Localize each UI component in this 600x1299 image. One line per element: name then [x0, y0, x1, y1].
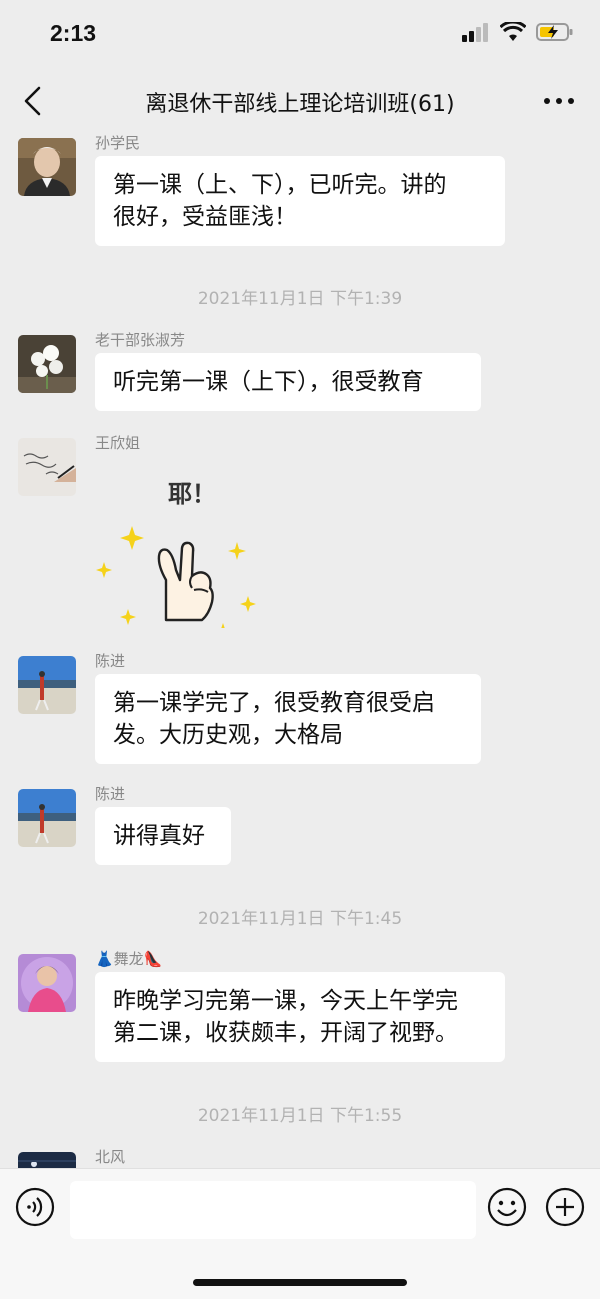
message-line: 听完第一课（上下），很受教育 [113, 369, 424, 395]
avatar[interactable] [18, 656, 76, 714]
home-indicator [193, 1279, 407, 1286]
message-line: 第一课学完了，很受教育很受启 [113, 690, 435, 716]
message-item: 孙学民 第一课（上、下），已听完。讲的 很好，受益匪浅！ [0, 132, 600, 252]
voice-button[interactable] [15, 1187, 55, 1227]
message-bubble[interactable]: 昨晚学习完第一课，今天上午学完 第二课，收获颇丰，开阔了视野。 [95, 972, 505, 1062]
chat-message-list[interactable]: 孙学民 第一课（上、下），已听完。讲的 很好，受益匪浅！ 2021年11月1日 … [0, 132, 600, 1168]
message-bubble[interactable]: 讲得真好 [95, 807, 231, 865]
message-bubble[interactable]: 第一课学完了，很受教育很受启 发。大历史观，大格局 [95, 674, 481, 764]
timestamp: 2021年11月1日 下午1:39 [197, 289, 403, 309]
message-bubble[interactable]: 听完第一课（上下），很受教育 [95, 353, 481, 411]
message-item: 北风 [0, 1146, 600, 1168]
avatar[interactable] [18, 954, 76, 1012]
message-item: 王欣姐 耶！ [0, 432, 600, 642]
sender-name: 👗舞龙👠 [95, 950, 163, 968]
timestamp: 2021年11月1日 下午1:55 [197, 1106, 403, 1126]
message-item: 👗舞龙👠 昨晚学习完第一课，今天上午学完 第二课，收获颇丰，开阔了视野。 [0, 948, 600, 1068]
sender-name: 北风 [95, 1148, 126, 1166]
avatar[interactable] [18, 1152, 76, 1168]
plus-icon [545, 1187, 585, 1227]
message-line: 昨晚学习完第一课，今天上午学完 [113, 988, 458, 1014]
message-bubble[interactable]: 第一课（上、下），已听完。讲的 很好，受益匪浅！ [95, 156, 505, 246]
message-line: 很好，受益匪浅！ [113, 204, 297, 230]
status-time: 2:13 [50, 20, 97, 46]
avatar[interactable] [18, 335, 76, 393]
message-item: 陈进 讲得真好 [0, 783, 600, 873]
signal-icon [462, 23, 488, 42]
emoji-button[interactable] [487, 1187, 527, 1227]
more-button[interactable] [542, 86, 576, 116]
sticker[interactable]: 耶！ [88, 458, 268, 639]
message-line: 第二课，收获颇丰，开阔了视野。 [113, 1020, 458, 1046]
avatar[interactable] [18, 789, 76, 847]
avatar[interactable] [18, 138, 76, 196]
avatar[interactable] [18, 438, 76, 496]
sender-name: 孙学民 [95, 134, 141, 152]
chat-title: 离退休干部线上理论培训班(61) [145, 92, 455, 117]
message-line: 讲得真好 [113, 823, 205, 849]
more-functions-button[interactable] [545, 1187, 585, 1227]
status-icons [462, 22, 574, 42]
sticker-caption: 耶！ [168, 480, 216, 508]
wifi-icon [500, 22, 526, 41]
status-bar: 2:13 [0, 0, 600, 70]
message-input[interactable] [70, 1181, 476, 1239]
timestamp: 2021年11月1日 下午1:45 [197, 909, 403, 929]
message-item: 老干部张淑芳 听完第一课（上下），很受教育 [0, 329, 600, 419]
battery-icon [536, 23, 573, 41]
sender-name: 陈进 [95, 785, 126, 803]
sender-name: 王欣姐 [95, 434, 141, 452]
message-item: 陈进 第一课学完了，很受教育很受启 发。大历史观，大格局 [0, 650, 600, 770]
message-line: 发。大历史观，大格局 [113, 722, 343, 748]
more-dots-icon [544, 98, 574, 104]
message-line: 第一课（上、下），已听完。讲的 [113, 172, 447, 198]
nav-bar: 离退休干部线上理论培训班(61) [0, 70, 600, 132]
sender-name: 老干部张淑芳 [95, 331, 186, 349]
sender-name: 陈进 [95, 652, 126, 670]
emoji-icon [487, 1187, 527, 1227]
voice-icon [15, 1187, 55, 1227]
